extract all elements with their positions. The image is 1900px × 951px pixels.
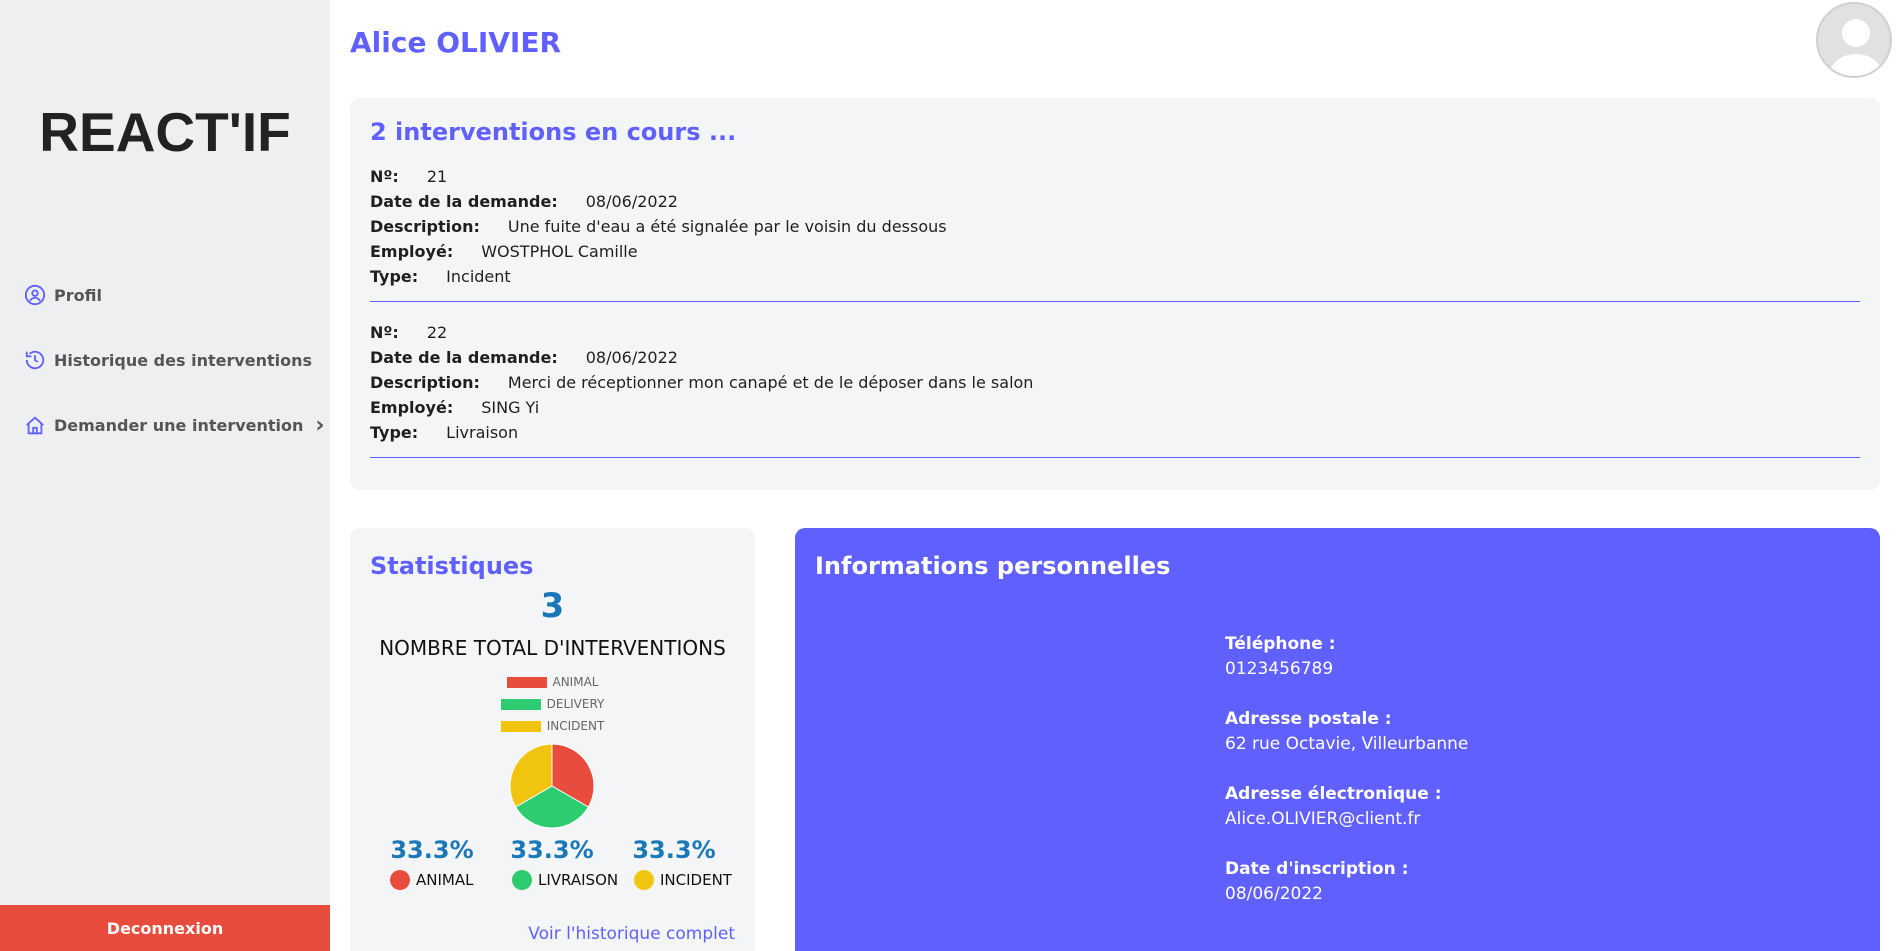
app-logo: REACT'IF	[39, 101, 291, 163]
percentage-animal: 33.3%	[390, 836, 474, 864]
email-block: Adresse électronique : Alice.OLIVIER@cli…	[1225, 782, 1442, 832]
num-label: Nº:	[370, 323, 399, 342]
sidebar-item-demander[interactable]: Demander une intervention ›	[24, 413, 325, 438]
phone-value: 0123456789	[1225, 659, 1334, 679]
category-livraison: LIVRAISON	[512, 870, 618, 890]
email-value: Alice.OLIVIER@client.fr	[1225, 809, 1421, 829]
page-title: Alice OLIVIER	[350, 26, 562, 59]
signup-date-value: 08/06/2022	[1225, 884, 1323, 904]
num-value: 22	[426, 323, 448, 342]
employee-label: Employé:	[370, 398, 454, 417]
category-dot	[512, 870, 532, 890]
category-label: INCIDENT	[660, 871, 732, 889]
category-incident: INCIDENT	[634, 870, 732, 890]
total-label: NOMBRE TOTAL D'INTERVENTIONS	[379, 636, 726, 660]
legend-label: INCIDENT	[546, 719, 605, 733]
legend-swatch	[506, 676, 547, 688]
personal-info-card: Informations personnelles Téléphone : 01…	[795, 528, 1880, 951]
type-value: Incident	[446, 267, 511, 286]
legend-label: DELIVERY	[546, 697, 605, 711]
statistics-title: Statistiques	[370, 552, 534, 580]
date-value: 08/06/2022	[585, 348, 678, 367]
phone-block: Téléphone : 0123456789	[1225, 632, 1336, 682]
logout-button[interactable]: Deconnexion	[0, 905, 330, 951]
user-circle-icon	[24, 284, 46, 306]
main-content: Alice OLIVIER 2 interventions en cours .…	[330, 0, 1900, 951]
legend-swatch	[500, 698, 541, 710]
category-label: ANIMAL	[416, 871, 474, 889]
intervention-item: Nº: 21 Date de la demande: 08/06/2022 Desc…	[370, 164, 1860, 302]
full-history-link[interactable]: Voir l'historique complet	[528, 924, 735, 944]
category-dot	[634, 870, 654, 890]
description-value: Merci de réceptionner mon canapé et de l…	[507, 373, 1034, 392]
phone-label: Téléphone :	[1225, 634, 1336, 654]
address-block: Adresse postale : 62 rue Octavie, Villeu…	[1225, 707, 1468, 757]
address-label: Adresse postale :	[1225, 709, 1392, 729]
legend-item: DELIVERY	[350, 697, 755, 711]
type-label: Type:	[370, 423, 419, 442]
description-value: Une fuite d'eau a été signalée par le vo…	[507, 217, 947, 236]
legend-label: ANIMAL	[552, 675, 599, 689]
total-count: 3	[540, 586, 565, 626]
legend-swatch	[500, 720, 541, 732]
description-label: Description:	[370, 373, 480, 392]
type-value: Livraison	[446, 423, 519, 442]
signup-date-label: Date d'inscription :	[1225, 859, 1409, 879]
history-icon	[25, 350, 45, 370]
num-value: 21	[426, 167, 448, 186]
current-interventions-card: 2 interventions en cours ... Nº: 21 Date …	[350, 98, 1880, 490]
signup-date-block: Date d'inscription : 08/06/2022	[1225, 857, 1409, 907]
type-label: Type:	[370, 267, 419, 286]
sidebar-item-label: Demander une intervention	[54, 416, 304, 435]
employee-value: SING Yi	[481, 398, 540, 417]
address-value: 62 rue Octavie, Villeurbanne	[1225, 734, 1469, 754]
pie-chart	[509, 743, 595, 829]
date-value: 08/06/2022	[585, 192, 678, 211]
current-interventions-title: 2 interventions en cours ...	[370, 118, 737, 146]
email-label: Adresse électronique :	[1225, 784, 1442, 804]
legend-item: INCIDENT	[350, 719, 755, 733]
sidebar-item-profil[interactable]: Profil	[24, 284, 102, 306]
employee-value: WOSTPHOL Camille	[481, 242, 638, 261]
date-label: Date de la demande:	[370, 348, 558, 367]
sidebar: REACT'IF Profil Historique des intervent…	[0, 0, 330, 951]
user-avatar-icon	[1828, 19, 1884, 76]
sidebar-item-historique[interactable]: Historique des interventions	[24, 349, 312, 371]
home-icon	[26, 416, 44, 434]
statistics-card: Statistiques 3 NOMBRE TOTAL D'INTERVENTI…	[350, 528, 755, 951]
employee-label: Employé:	[370, 242, 454, 261]
avatar[interactable]	[1816, 2, 1892, 78]
percentage-livraison: 33.3%	[510, 836, 594, 864]
sidebar-item-label: Profil	[54, 285, 102, 305]
percentage-incident: 33.3%	[632, 836, 716, 864]
num-label: Nº:	[370, 167, 399, 186]
chevron-right-icon: ›	[315, 413, 325, 438]
category-dot	[390, 870, 410, 890]
personal-info-title: Informations personnelles	[815, 552, 1171, 580]
sidebar-item-label: Historique des interventions	[54, 350, 313, 370]
category-label: LIVRAISON	[538, 871, 619, 889]
date-label: Date de la demande:	[370, 192, 558, 211]
legend-item: ANIMAL	[350, 675, 755, 689]
category-animal: ANIMAL	[390, 870, 473, 890]
description-label: Description:	[370, 217, 480, 236]
intervention-item: Nº: 22 Date de la demande: 08/06/2022 Desc…	[370, 320, 1860, 458]
